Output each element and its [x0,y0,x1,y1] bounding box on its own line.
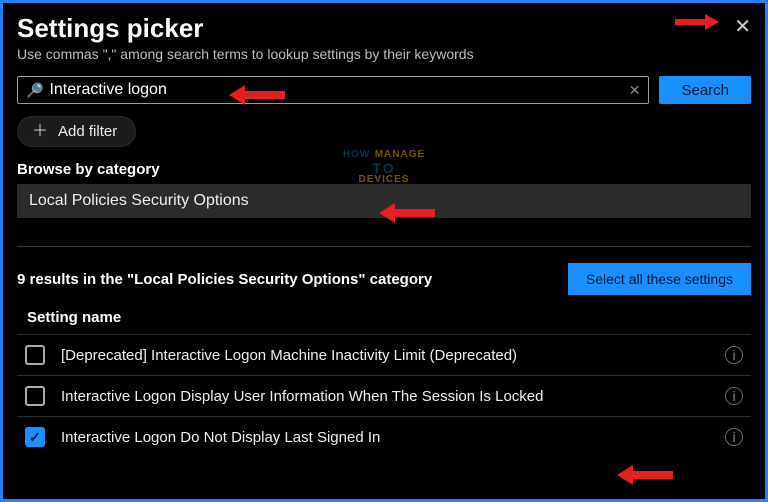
settings-list: [Deprecated] Interactive Logon Machine I… [17,334,751,457]
search-button[interactable]: Search [659,76,751,104]
setting-row[interactable]: [Deprecated] Interactive Logon Machine I… [17,334,751,375]
header: Settings picker ✕ [17,13,751,44]
panel-subtitle: Use commas "," among search terms to loo… [17,46,751,62]
divider [17,246,751,247]
search-row: 🔍 ✕ Search [17,76,751,104]
select-all-button[interactable]: Select all these settings [568,263,751,295]
browse-by-category-label: Browse by category [17,161,751,178]
setting-checkbox[interactable] [25,386,45,406]
setting-row[interactable]: Interactive Logon Display User Informati… [17,375,751,416]
settings-picker-panel: Settings picker ✕ Use commas "," among s… [3,3,765,499]
column-header-setting-name: Setting name [17,305,751,334]
category-item[interactable]: Local Policies Security Options [17,184,751,218]
setting-name: Interactive Logon Do Not Display Last Si… [61,429,725,446]
info-icon[interactable]: i [725,346,743,364]
add-filter-button[interactable]: ＋ Add filter [17,116,136,147]
setting-checkbox[interactable] [25,345,45,365]
annotation-arrow [617,464,673,486]
results-header: 9 results in the "Local Policies Securit… [17,263,751,295]
clear-search-icon[interactable]: ✕ [629,82,641,99]
search-box[interactable]: 🔍 ✕ [17,76,649,104]
panel-title: Settings picker [17,13,203,44]
info-icon[interactable]: i [725,428,743,446]
setting-name: [Deprecated] Interactive Logon Machine I… [61,347,725,364]
add-filter-label: Add filter [58,123,117,140]
setting-checkbox[interactable]: ✓ [25,427,45,447]
setting-name: Interactive Logon Display User Informati… [61,388,725,405]
search-input[interactable] [49,81,628,99]
close-icon[interactable]: ✕ [734,13,751,37]
plus-icon: ＋ [32,124,48,140]
results-summary: 9 results in the "Local Policies Securit… [17,271,432,288]
setting-row[interactable]: ✓ Interactive Logon Do Not Display Last S… [17,416,751,457]
info-icon[interactable]: i [725,387,743,405]
search-icon: 🔍 [26,82,43,99]
